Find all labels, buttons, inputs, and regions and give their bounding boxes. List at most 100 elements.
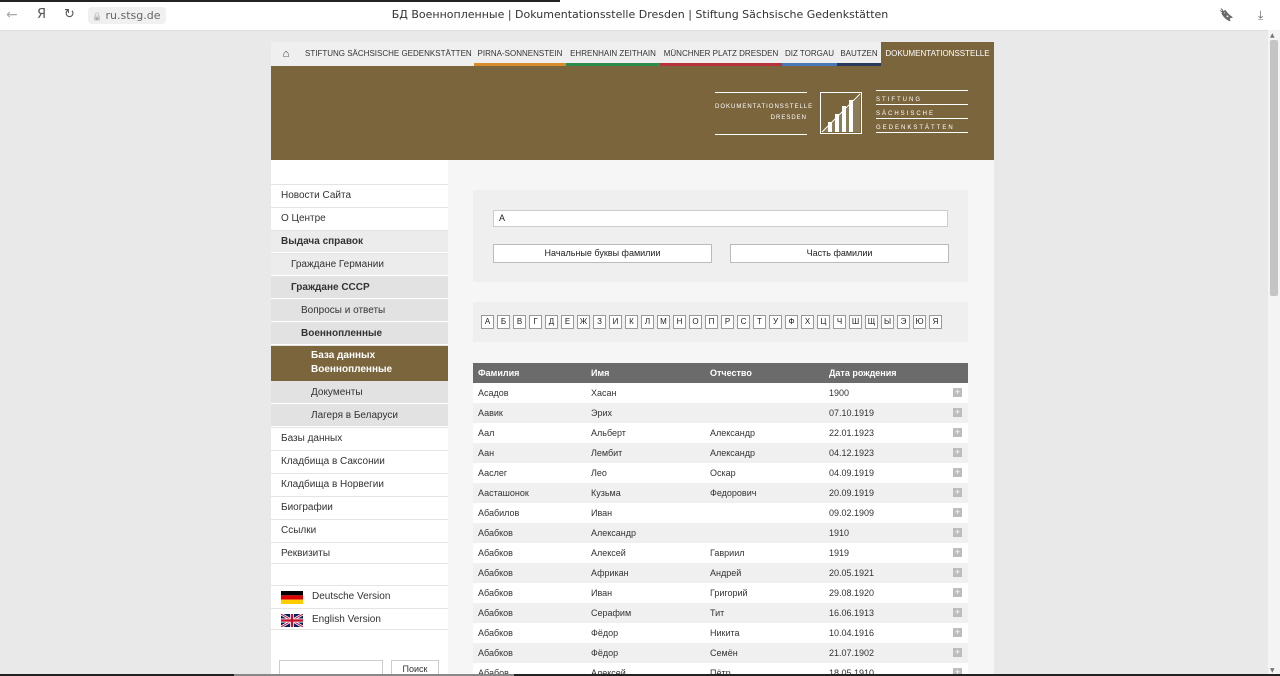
alphabet-letter-button[interactable]: У [769,315,782,329]
scroll-up-icon[interactable]: ▲ [1270,32,1275,39]
expand-plus-icon[interactable]: + [953,608,962,617]
scroll-down-icon[interactable]: ▼ [1270,667,1275,674]
search-initial-letters-button[interactable]: Начальные буквы фамилии [493,244,712,263]
sidebar-item-pows[interactable]: Военнопленные [271,322,448,344]
table-row[interactable]: Абабков Иван Григорий 29.08.1920 + [473,583,968,603]
alphabet-letter-button[interactable]: Т [753,315,766,329]
alphabet-letter-button[interactable]: Щ [865,315,878,329]
alphabet-letter-button[interactable]: Е [561,315,574,329]
table-row[interactable]: Аан Лембит Александр 04.12.1923 + [473,443,968,463]
table-row[interactable]: Аасташонок Кузьма Федорович 20.09.1919 + [473,483,968,503]
search-part-surname-button[interactable]: Часть фамилии [730,244,949,263]
sidebar-item-label: Ссылки [281,525,317,536]
lang-german[interactable]: Deutsche Version [271,585,448,607]
table-row[interactable]: Абабков Фёдор Никита 10.04.1916 + [473,623,968,643]
alphabet-letter-button[interactable]: О [689,315,702,329]
table-row[interactable]: Аал Альберт Александр 22.01.1923 + [473,423,968,443]
alphabet-letter-button[interactable]: Я [929,315,942,329]
alphabet-letter-button[interactable]: Р [721,315,734,329]
sidebar-item-germany[interactable]: Граждане Германии [271,253,448,275]
nav-zeithain[interactable]: EHRENHAIN ZEITHAIN [566,42,660,66]
alphabet-letter-button[interactable]: П [705,315,718,329]
nav-torgau[interactable]: DIZ TORGAU [782,42,837,66]
alphabet-letter-button[interactable]: Л [641,315,654,329]
alphabet-letter-button[interactable]: М [657,315,670,329]
expand-plus-icon[interactable]: + [953,528,962,537]
expand-plus-icon[interactable]: + [953,448,962,457]
lang-english[interactable]: English Version [271,608,448,630]
alphabet-letter-button[interactable]: Х [801,315,814,329]
alphabet-letter-button[interactable]: К [625,315,638,329]
table-row[interactable]: Абабилов Иван 09.02.1909 + [473,503,968,523]
sidebar-item-cemeteries-norway[interactable]: Кладбища в Норвегии [271,473,448,495]
col-surname[interactable]: Фамилия [478,363,519,383]
alphabet-letter-button[interactable]: Ы [881,315,894,329]
sidebar-item-documents[interactable]: Документы [271,381,448,403]
sidebar-item-links[interactable]: Ссылки [271,519,448,541]
table-row[interactable]: Абабков Фёдор Семён 21.07.1902 + [473,643,968,663]
expand-plus-icon[interactable]: + [953,568,962,577]
alphabet-letter-button[interactable]: Г [529,315,542,329]
sidebar-item-about[interactable]: О Центре [271,207,448,229]
alphabet-letter-button[interactable]: Ю [913,315,926,329]
sidebar-item-pow-database[interactable]: База данных Военнопленные [271,345,448,381]
scrollbar[interactable]: ▲ ▼ [1268,30,1280,676]
expand-plus-icon[interactable]: + [953,508,962,517]
sidebar-item-ussr[interactable]: Граждане СССР [271,276,448,298]
nav-muenchner-platz[interactable]: MÜNCHNER PLATZ DRESDEN [660,42,782,66]
cell-surname: Абабков [478,608,513,618]
nav-pirna[interactable]: PIRNA-SONNENSTEIN [474,42,566,66]
expand-plus-icon[interactable]: + [953,548,962,557]
table-row[interactable]: Ааслег Лео Оскар 04.09.1919 + [473,463,968,483]
sidebar-item-biographies[interactable]: Биографии [271,496,448,518]
sidebar-item-camps-belarus[interactable]: Лагеря в Беларуси [271,404,448,426]
sidebar-item-faq[interactable]: Вопросы и ответы [271,299,448,321]
expand-plus-icon[interactable]: + [953,428,962,437]
alphabet-letter-button[interactable]: Ж [577,315,590,329]
alphabet-letter-button[interactable]: Э [897,315,910,329]
expand-plus-icon[interactable]: + [953,628,962,637]
expand-plus-icon[interactable]: + [953,408,962,417]
sidebar-item-imprint[interactable]: Реквизиты [271,542,448,564]
home-icon[interactable]: ⌂ [271,42,301,66]
expand-plus-icon[interactable]: + [953,648,962,657]
sidebar-item-label: О Центре [281,213,326,224]
table-row[interactable]: Аавик Эрих 07.10.1919 + [473,403,968,423]
alphabet-letter-button[interactable]: В [513,315,526,329]
expand-plus-icon[interactable]: + [953,468,962,477]
col-birthdate[interactable]: Дата рождения [829,363,897,383]
alphabet-letter-button[interactable]: С [737,315,750,329]
nav-stiftung[interactable]: STIFTUNG SÄCHSISCHE GEDENKSTÄTTEN [305,42,472,66]
sidebar-item-databases[interactable]: Базы данных [271,427,448,449]
expand-plus-icon[interactable]: + [953,588,962,597]
scrollbar-thumb[interactable] [1270,40,1278,296]
nav-bautzen[interactable]: BAUTZEN [837,42,881,66]
expand-plus-icon[interactable]: + [953,488,962,497]
table-row[interactable]: Абабков Африкан Андрей 20.05.1921 + [473,563,968,583]
alphabet-letter-button[interactable]: З [593,315,606,329]
bookmark-icon[interactable]: 🔖 [1219,8,1234,22]
alphabet-letter-button[interactable]: Н [673,315,686,329]
table-row[interactable]: Абабков Алексей Гавриил 1919 + [473,543,968,563]
sidebar-item-news[interactable]: Новости Сайта [271,184,448,206]
sidebar-item-cemeteries-saxony[interactable]: Кладбища в Саксонии [271,450,448,472]
table-row[interactable]: Асадов Хасан 1900 + [473,383,968,403]
alphabet-letter-button[interactable]: Ч [833,315,846,329]
alphabet-letter-button[interactable]: А [481,315,494,329]
alphabet-letter-button[interactable]: Ц [817,315,830,329]
alphabet-letter-button[interactable]: Ф [785,315,798,329]
nav-dokumentationsstelle[interactable]: DOKUMENTATIONSSTELLE [881,42,994,66]
surname-input[interactable]: А [493,210,948,227]
col-name[interactable]: Имя [591,363,609,383]
alphabet-letter-button[interactable]: Ш [849,315,862,329]
alphabet-letter-button[interactable]: Б [497,315,510,329]
expand-plus-icon[interactable]: + [953,388,962,397]
col-patronymic[interactable]: Отчество [710,363,752,383]
alphabet-letter-button[interactable]: И [609,315,622,329]
sidebar-item-label: Вопросы и ответы [301,305,386,316]
alphabet-letter-button[interactable]: Д [545,315,558,329]
table-row[interactable]: Абабков Александр 1910 + [473,523,968,543]
table-row[interactable]: Абабков Серафим Тит 16.06.1913 + [473,603,968,623]
sidebar-item-certificates[interactable]: Выдача справок [271,230,448,252]
download-icon[interactable]: ⤓ [1258,8,1263,23]
